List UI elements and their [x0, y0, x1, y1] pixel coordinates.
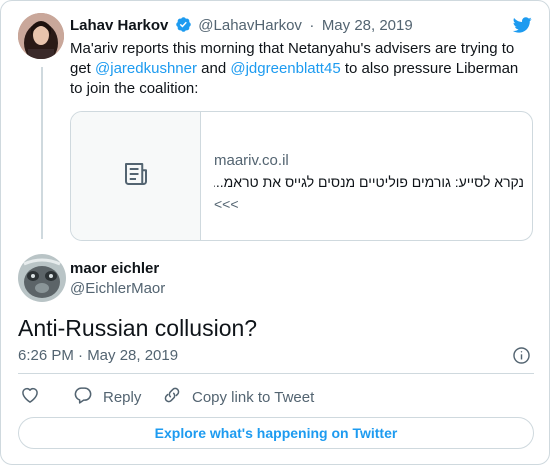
- main-author-handle[interactable]: @EichlerMaor: [70, 280, 165, 297]
- heart-icon: [20, 385, 50, 409]
- twitter-bird-icon[interactable]: [511, 15, 533, 40]
- reply-label: Reply: [103, 388, 142, 406]
- quoted-author-name[interactable]: Lahav Harkov: [70, 17, 168, 34]
- thread-connector-line: [41, 67, 43, 239]
- quoted-tweet-date[interactable]: May 28, 2019: [322, 17, 413, 34]
- reply-button[interactable]: Reply: [73, 385, 141, 409]
- main-author-info: maor eichler: [70, 260, 159, 277]
- link-domain: maariv.co.il: [214, 152, 289, 169]
- divider: [18, 373, 534, 374]
- quoted-author-handle[interactable]: @LahavHarkov: [198, 17, 302, 34]
- like-button[interactable]: [20, 385, 50, 409]
- separator-dot: ·: [309, 17, 315, 34]
- explore-twitter-button[interactable]: Explore what's happening on Twitter: [18, 417, 534, 449]
- link-preview-card[interactable]: maariv.co.il נקרא לסייע: גורמים פוליטיים…: [70, 111, 533, 241]
- link-icon: [162, 385, 192, 409]
- main-author-avatar[interactable]: [18, 254, 66, 302]
- article-icon: [121, 159, 151, 194]
- quoted-text-segment: and: [196, 60, 231, 77]
- mention-link-jdgreenblatt45[interactable]: @jdgreenblatt45: [230, 60, 340, 77]
- main-tweet-text: Anti-Russian collusion?: [18, 315, 258, 341]
- quoted-tweet-header: Lahav Harkov @LahavHarkov · May 28, 2019: [70, 16, 413, 38]
- copy-link-label: Copy link to Tweet: [192, 388, 315, 406]
- main-author-name[interactable]: maor eichler: [70, 260, 159, 277]
- tweet-timestamp[interactable]: 6:26 PM · May 28, 2019: [18, 347, 178, 364]
- link-thumbnail: [71, 112, 201, 240]
- verified-badge-icon: [175, 16, 192, 38]
- reply-icon: [73, 385, 103, 409]
- mention-link-jaredkushner[interactable]: @jaredkushner: [95, 60, 197, 77]
- link-description: <<<: [214, 196, 239, 212]
- link-title: נקרא לסייע: גורמים פוליטיים מנסים לגייס …: [214, 174, 524, 190]
- quoted-tweet-text: Ma'ariv reports this morning that Netany…: [70, 39, 530, 99]
- copy-link-button[interactable]: Copy link to Tweet: [162, 385, 314, 409]
- info-icon[interactable]: [512, 346, 531, 370]
- quoted-author-avatar[interactable]: [18, 13, 64, 59]
- tweet-embed-card: Lahav Harkov @LahavHarkov · May 28, 2019…: [0, 0, 550, 465]
